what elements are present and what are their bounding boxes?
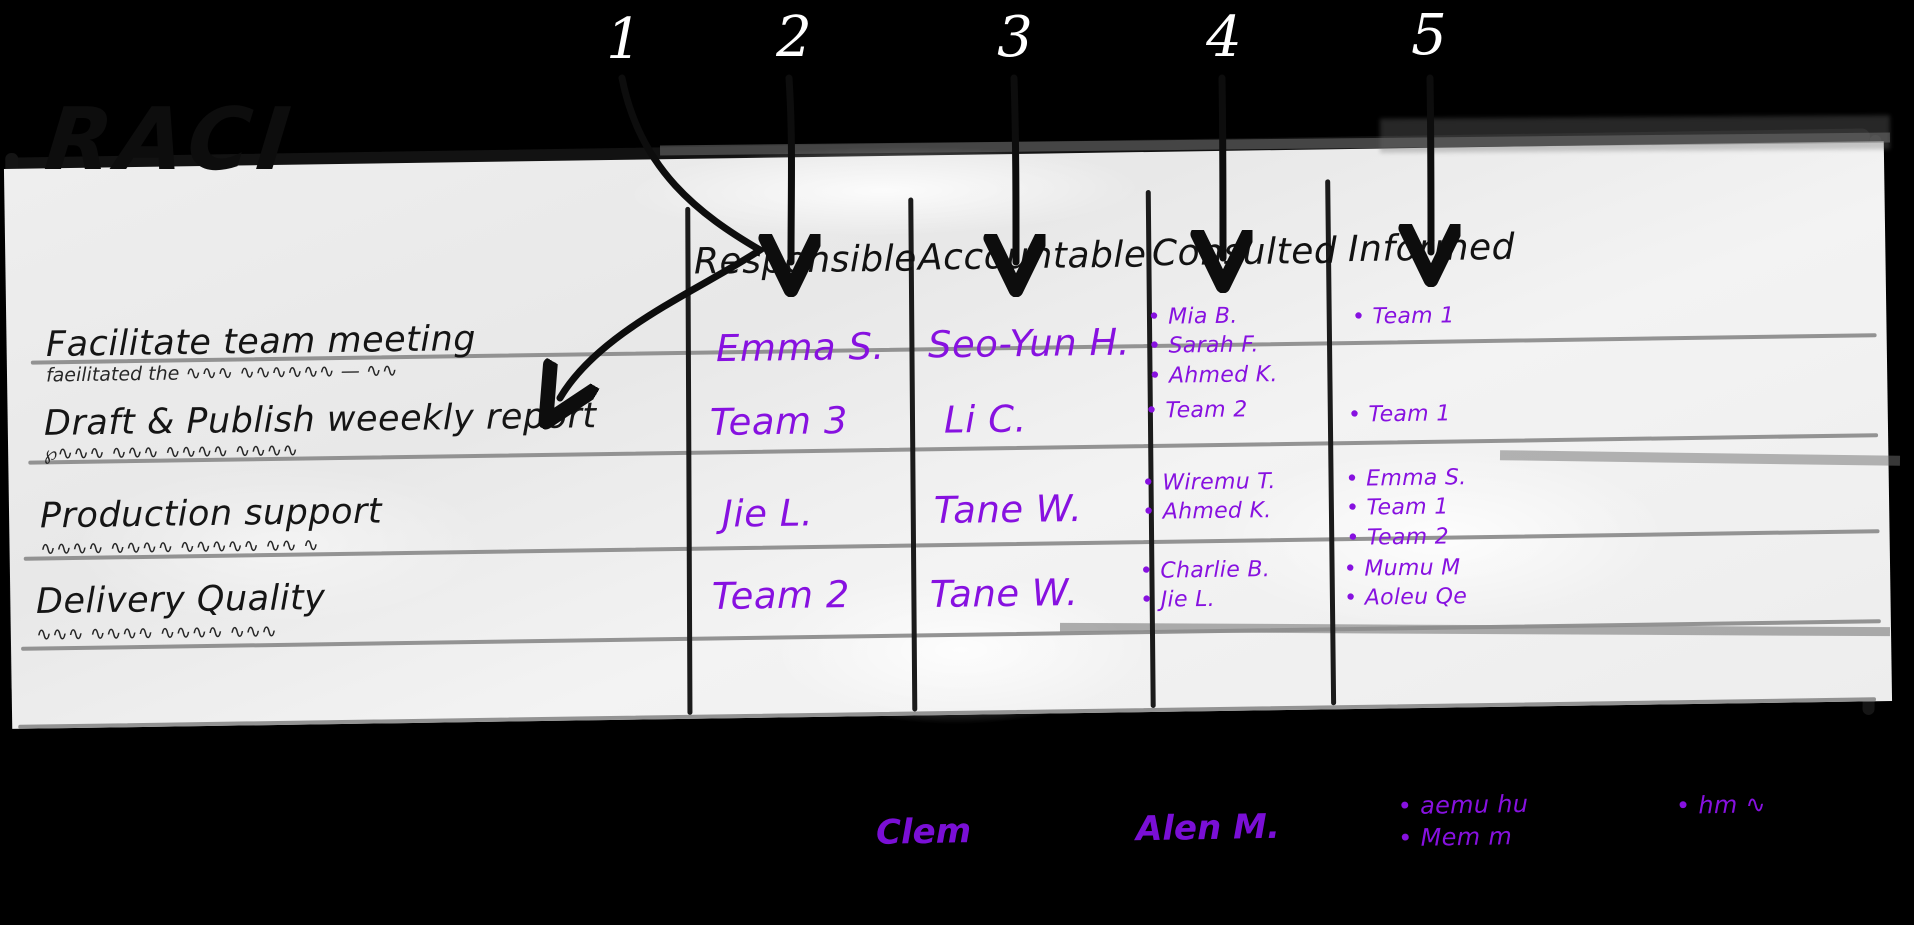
callout-number-1: 1 bbox=[606, 7, 642, 72]
raci-table bbox=[4, 141, 1892, 729]
callout-number-4: 4 bbox=[1206, 5, 1242, 70]
callout-number-3: 3 bbox=[997, 5, 1033, 70]
whiteboard-screenshot: 1 2 3 4 5 RACI Responsible Accountable C… bbox=[0, 0, 1914, 925]
row-rule-4 bbox=[21, 619, 1881, 651]
list-item: Mem m bbox=[1398, 821, 1529, 855]
row-rule-3 bbox=[23, 529, 1880, 561]
column-rule-responsible bbox=[685, 206, 693, 715]
row-rule-1 bbox=[30, 333, 1877, 365]
whiteboard-panel bbox=[0, 95, 1914, 825]
row-rule-5 bbox=[18, 697, 1877, 729]
callout-number-5: 5 bbox=[1411, 3, 1447, 68]
row-rule-2 bbox=[28, 433, 1879, 465]
callout-number-2: 2 bbox=[776, 5, 812, 70]
